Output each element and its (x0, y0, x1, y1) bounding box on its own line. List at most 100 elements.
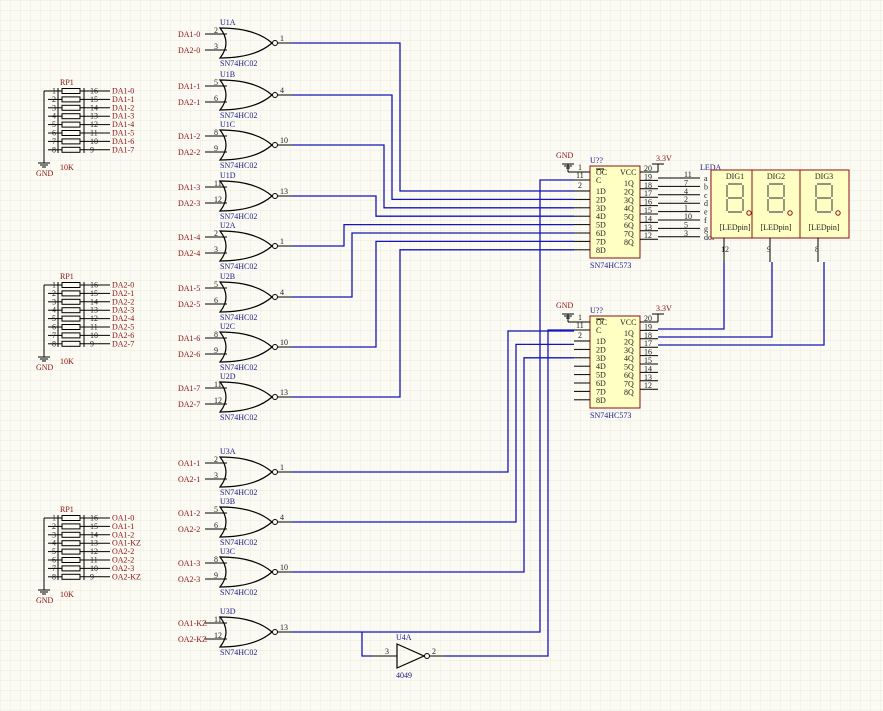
gate-ref: U2B (220, 272, 235, 281)
gate-ref: U1A (220, 18, 236, 27)
gate-ref: U2A (220, 221, 236, 230)
gate-input-net: OA2-1 (178, 475, 200, 484)
schematic-canvas[interactable]: RP1 1 16 DA1-0 2 15 DA1-1 3 14 DA1-2 4 13 DA1-3 5 12 DA… (0, 0, 883, 711)
gate-input-net: DA2-5 (178, 300, 200, 309)
latch-ref: U?? (590, 306, 603, 315)
latch-c-label: C (596, 326, 601, 335)
gate-pin-number: 4 (280, 288, 284, 297)
gate-part: SN74HC02 (220, 538, 257, 547)
gate-pin-number: 4 (280, 86, 284, 95)
gate-input-net: DA1-5 (178, 284, 200, 293)
inverter-pin-number: 2 (432, 647, 436, 656)
gate-pin-number: 4 (280, 513, 284, 522)
gate-pin-number: 12 (214, 195, 222, 204)
rp-pin-number: 8 (52, 339, 56, 348)
supply-label: 3.3V (656, 304, 672, 313)
latch-part: SN74HC573 (590, 261, 631, 270)
rp-pin-number: 9 (90, 145, 94, 154)
gate-input-net: OA2-KZ (178, 635, 207, 644)
latch-d-pin: 8D (596, 396, 606, 405)
latch-c-label: C (596, 176, 601, 185)
resistor-pack-value: 10K (60, 357, 74, 366)
supply-label: 3.3V (656, 154, 672, 163)
gate-pin-number: 13 (280, 388, 288, 397)
gate-pin-number: 3 (214, 245, 218, 254)
schematic-drawing: RP11 16 DA1-02 15 DA1-13 14 DA1-24 13 DA1-35 12 DA… (0, 0, 883, 711)
resistor-pack-ref: RP1 (60, 78, 74, 87)
rp-pin-number: 8 (52, 145, 56, 154)
digit-pin-number: 9 (767, 245, 771, 254)
gate-input-net: OA1-2 (178, 509, 200, 518)
gate-pin-number: 9 (214, 346, 218, 355)
latch-pin-number: 11 (576, 321, 584, 330)
latch-pin-number: 2 (578, 331, 582, 340)
gate-pin-number: 13 (280, 187, 288, 196)
gate-part: SN74HC02 (220, 111, 257, 120)
gate-pin-number: 9 (214, 144, 218, 153)
ground-label: GND (556, 301, 574, 310)
gate-pin-number: 3 (214, 42, 218, 51)
gate-pin-number: 1 (280, 34, 284, 43)
gate-ref: U2D (220, 372, 236, 381)
gate-input-net: OA2-3 (178, 575, 200, 584)
gate-ref: U1B (220, 70, 235, 79)
inverter-ref: U4A (396, 633, 412, 642)
gate-input-net: DA1-2 (178, 132, 200, 141)
latch-pin-number: 12 (644, 231, 652, 240)
gate-part: SN74HC02 (220, 363, 257, 372)
gate-pin-number: 13 (280, 623, 288, 632)
gate-pin-number: 8 (214, 128, 218, 137)
gate-pin-number: 2 (214, 229, 218, 238)
gate-ref: U3A (220, 447, 236, 456)
digit-label: DIG3 (815, 172, 833, 181)
gate-part: SN74HC02 (220, 648, 257, 657)
gate-input-net: OA1-3 (178, 559, 200, 568)
gate-input-net: DA2-0 (178, 46, 200, 55)
rp-pin-number: 9 (90, 339, 94, 348)
latch-pin-number: 11 (576, 171, 584, 180)
gate-input-net: DA1-7 (178, 384, 200, 393)
latch-vcc-label: VCC (620, 318, 636, 327)
gate-pin-number: 10 (280, 136, 288, 145)
gate-ref: U3D (220, 607, 236, 616)
digit-label: DIG2 (767, 172, 785, 181)
digit-pin-number: 8 (815, 245, 819, 254)
inverter-pin-number: 3 (385, 647, 389, 656)
digit-name: [LEDpin] (760, 223, 791, 232)
gate-pin-number: 3 (214, 471, 218, 480)
gate-input-net: DA1-4 (178, 233, 200, 242)
digit-pin-number: 12 (721, 245, 729, 254)
gate-part: SN74HC02 (220, 488, 257, 497)
gate-pin-number: 6 (214, 296, 218, 305)
gate-input-net: DA2-2 (178, 148, 200, 157)
gate-ref: U1D (220, 171, 236, 180)
gate-part: SN74HC02 (220, 413, 257, 422)
gate-pin-number: 11 (214, 179, 222, 188)
gate-pin-number: 2 (214, 455, 218, 464)
gate-input-net: DA2-4 (178, 249, 200, 258)
gate-input-net: DA1-0 (178, 30, 200, 39)
gate-pin-number: 9 (214, 571, 218, 580)
gate-pin-number: 5 (214, 78, 218, 87)
gate-input-net: DA2-7 (178, 400, 200, 409)
rp-net-label: DA1-7 (112, 145, 134, 154)
rp-net-label: DA2-7 (112, 339, 134, 348)
gate-part: SN74HC02 (220, 588, 257, 597)
gate-pin-number: 2 (214, 26, 218, 35)
gate-pin-number: 8 (214, 330, 218, 339)
gate-pin-number: 5 (214, 505, 218, 514)
gate-part: SN74HC02 (220, 313, 257, 322)
latch-pin-number: 12 (644, 381, 652, 390)
gate-pin-number: 10 (280, 338, 288, 347)
resistor-pack-value: 10K (60, 590, 74, 599)
ground-label: GND (36, 596, 54, 605)
gate-pin-number: 8 (214, 555, 218, 564)
gate-pin-number: 6 (214, 521, 218, 530)
digit-label: DIG1 (726, 172, 744, 181)
gate-ref: U1C (220, 120, 235, 129)
gate-part: SN74HC02 (220, 212, 257, 221)
gate-part: SN74HC02 (220, 161, 257, 170)
latch-part: SN74HC573 (590, 411, 631, 420)
ground-label: GND (36, 363, 54, 372)
gate-pin-number: 6 (214, 94, 218, 103)
